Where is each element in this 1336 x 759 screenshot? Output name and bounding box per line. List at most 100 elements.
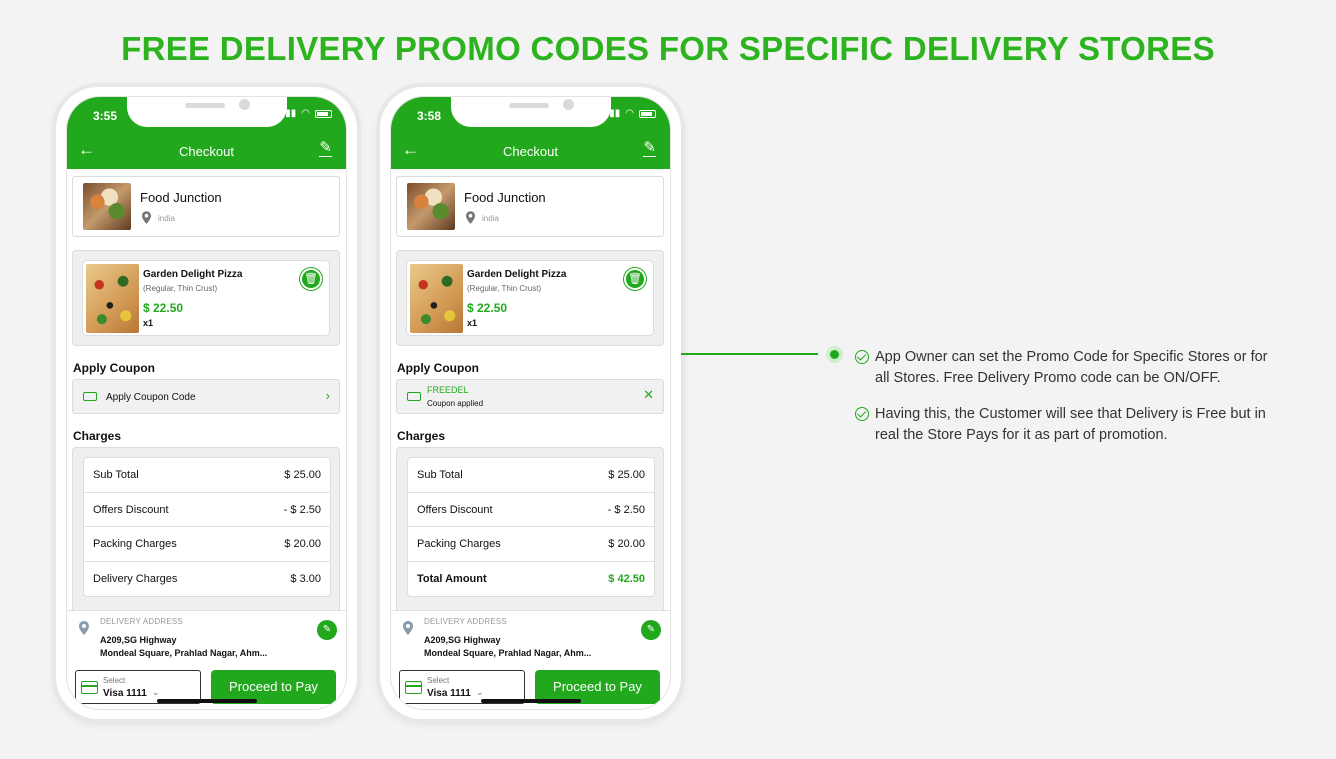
- close-icon[interactable]: ✕: [643, 387, 654, 403]
- charge-name: Sub Total: [93, 469, 139, 481]
- select-label: Select: [427, 676, 450, 685]
- store-card: Food Junction india: [72, 176, 340, 237]
- item-options: (Regular, Thin Crust): [467, 284, 542, 293]
- charge-name: Delivery Charges: [93, 572, 178, 585]
- store-location: india: [158, 214, 175, 223]
- charge-name: Offers Discount: [93, 503, 169, 516]
- charges-box: Sub Total $ 25.00 Offers Discount - $ 2.…: [396, 447, 664, 617]
- charges-label: Charges: [73, 429, 122, 443]
- phone-notch: [127, 97, 287, 127]
- delivery-address-panel: DELIVERY ADDRESS A209,SG Highway Mondeal…: [67, 610, 346, 662]
- cart-box: Garden Delight Pizza (Regular, Thin Crus…: [72, 250, 340, 346]
- delete-item-button[interactable]: 🗑: [300, 268, 322, 290]
- app-header: ← Checkout ✎: [391, 133, 670, 169]
- phone-screen: 3:58 ▮▮▮ ◠ ← Checkout ✎ Food Junction in…: [390, 96, 671, 710]
- home-indicator: [481, 699, 581, 703]
- location-pin-icon: [403, 621, 413, 635]
- store-location: india: [482, 214, 499, 223]
- store-image: [83, 183, 131, 230]
- item-quantity: x1: [467, 318, 478, 328]
- camera-icon: [239, 99, 250, 110]
- address-line-1: A209,SG Highway: [424, 635, 501, 645]
- cart-item: Garden Delight Pizza (Regular, Thin Crus…: [82, 260, 330, 336]
- feature-text: Having this, the Customer will see that …: [875, 406, 1266, 443]
- charge-value: $ 20.00: [284, 538, 321, 550]
- status-time: 3:55: [93, 109, 118, 123]
- item-image: [410, 264, 463, 333]
- charge-row: Sub Total $ 25.00: [408, 458, 654, 493]
- apply-coupon-text: Apply Coupon Code: [106, 392, 196, 403]
- phone-screen: 3:55 ▮▮▮ ◠ ← Checkout ✎ Food Junction in…: [66, 96, 347, 710]
- location-pin-icon: [466, 211, 475, 224]
- chevron-down-icon: ⌄: [152, 687, 160, 697]
- feature-text: App Owner can set the Promo Code for Spe…: [875, 349, 1268, 386]
- home-indicator: [157, 699, 257, 703]
- item-price: $ 22.50: [467, 301, 508, 315]
- coupon-tag-icon: [83, 392, 97, 401]
- cart-item: Garden Delight Pizza (Regular, Thin Crus…: [406, 260, 654, 336]
- pencil-icon[interactable]: ✎: [319, 140, 332, 157]
- check-circle-icon: [855, 407, 869, 421]
- edit-address-button[interactable]: ✎: [317, 620, 337, 640]
- battery-icon: [639, 109, 656, 118]
- charge-row: Packing Charges $ 20.00: [84, 527, 330, 562]
- address-line-1: A209,SG Highway: [100, 635, 177, 645]
- apply-coupon-label: Apply Coupon: [73, 361, 155, 375]
- phone-mockup-after: 3:58 ▮▮▮ ◠ ← Checkout ✎ Food Junction in…: [380, 87, 681, 719]
- charge-name: Sub Total: [417, 469, 463, 481]
- pencil-icon: ✎: [646, 624, 656, 635]
- edit-address-button[interactable]: ✎: [641, 620, 661, 640]
- status-bar: 3:58 ▮▮▮ ◠: [391, 97, 670, 133]
- select-value: Visa 1111: [427, 688, 471, 699]
- apply-coupon-button[interactable]: Apply Coupon Code ›: [72, 379, 340, 414]
- connector-line: [681, 353, 818, 355]
- address-line-2: Mondeal Square, Prahlad Nagar, Ahm...: [424, 648, 592, 658]
- select-value: Visa 1111: [103, 688, 147, 699]
- phone-mockup-before: 3:55 ▮▮▮ ◠ ← Checkout ✎ Food Junction in…: [56, 87, 357, 719]
- item-options: (Regular, Thin Crust): [143, 284, 218, 293]
- speaker-grille: [509, 103, 549, 108]
- charges-table: Sub Total $ 25.00 Offers Discount - $ 2.…: [83, 457, 331, 597]
- charge-value: $ 42.50: [608, 572, 645, 585]
- apply-coupon-label: Apply Coupon: [397, 361, 479, 375]
- coupon-code: FREEDEL: [427, 385, 469, 395]
- wifi-icon: ◠: [625, 108, 634, 119]
- charge-name: Packing Charges: [417, 538, 501, 550]
- coupon-tag-icon: [407, 392, 421, 401]
- page-title: FREE DELIVERY PROMO CODES FOR SPECIFIC D…: [121, 30, 1215, 67]
- charge-row: Offers Discount - $ 2.50: [84, 493, 330, 527]
- charge-row: Sub Total $ 25.00: [84, 458, 330, 493]
- charge-name: Packing Charges: [93, 538, 177, 550]
- feature-item: App Owner can set the Promo Code for Spe…: [855, 347, 1275, 389]
- item-image: [86, 264, 139, 333]
- location-pin-icon: [79, 621, 89, 635]
- pencil-icon[interactable]: ✎: [643, 140, 656, 157]
- wifi-icon: ◠: [301, 108, 310, 119]
- trash-icon: 🗑: [628, 273, 642, 285]
- feature-list: App Owner can set the Promo Code for Spe…: [855, 347, 1275, 461]
- charge-value: $ 20.00: [608, 538, 645, 550]
- status-time: 3:58: [417, 109, 442, 123]
- coupon-status: Coupon applied: [427, 399, 484, 408]
- item-quantity: x1: [143, 318, 154, 328]
- total-amount-row: Total Amount $ 42.50: [408, 562, 654, 597]
- chevron-right-icon: ›: [325, 388, 330, 403]
- charge-name: Offers Discount: [417, 503, 493, 516]
- credit-card-icon: [405, 681, 422, 694]
- connector-dot: [826, 346, 843, 363]
- address-line-2: Mondeal Square, Prahlad Nagar, Ahm...: [100, 648, 268, 658]
- delete-item-button[interactable]: 🗑: [624, 268, 646, 290]
- store-name: Food Junction: [464, 190, 546, 205]
- charge-row: Offers Discount - $ 2.50: [408, 493, 654, 527]
- applied-coupon: FREEDEL Coupon applied ✕: [396, 379, 664, 414]
- camera-icon: [563, 99, 574, 110]
- item-price: $ 22.50: [143, 301, 184, 315]
- feature-item: Having this, the Customer will see that …: [855, 404, 1275, 446]
- status-bar: 3:55 ▮▮▮ ◠: [67, 97, 346, 133]
- charge-value: - $ 2.50: [607, 503, 645, 516]
- header-title: Checkout: [503, 144, 558, 159]
- pencil-icon: ✎: [322, 624, 332, 635]
- credit-card-icon: [81, 681, 98, 694]
- charges-table: Sub Total $ 25.00 Offers Discount - $ 2.…: [407, 457, 655, 597]
- battery-icon: [315, 109, 332, 118]
